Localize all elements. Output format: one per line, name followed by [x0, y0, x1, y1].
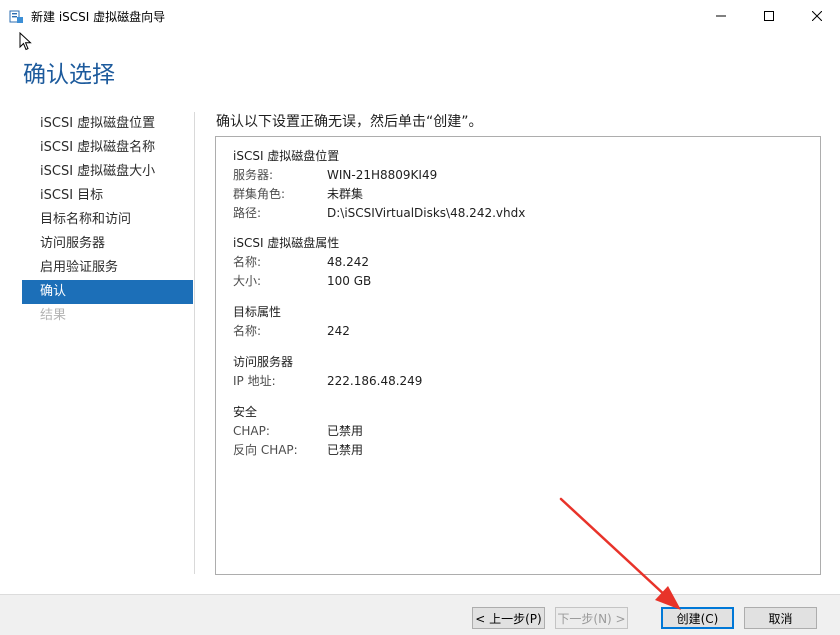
wizard-app-icon: [9, 10, 23, 23]
page-title: 确认选择: [23, 62, 115, 88]
next-button: 下一步(N) >: [555, 607, 628, 629]
security-section: 安全 CHAP: 已禁用 反向 CHAP: 已禁用: [233, 403, 363, 460]
confirmation-heading: 确认以下设置正确无误，然后单击“创建”。: [216, 114, 483, 130]
minimize-button[interactable]: [698, 0, 744, 32]
window-title: 新建 iSCSI 虚拟磁盘向导: [31, 10, 166, 24]
section-title: 目标属性: [233, 305, 282, 319]
disk-size-row: 大小: 100 GB: [233, 272, 371, 291]
disk-name-label: 名称:: [233, 255, 262, 269]
access-section: 访问服务器 IP 地址: 222.186.48.249: [233, 353, 422, 391]
disk-name-row: 名称: 48.242: [233, 253, 369, 272]
nav-item-results: 结果: [40, 308, 67, 323]
nav-item-enable-auth[interactable]: 启用验证服务: [22, 256, 193, 280]
section-title: 安全: [233, 405, 258, 419]
cluster-value: 未群集: [327, 187, 364, 201]
reverse-chap-label: 反向 CHAP:: [233, 443, 298, 457]
chap-label: CHAP:: [233, 424, 270, 438]
target-name-row: 名称: 242: [233, 322, 350, 341]
target-name-label: 名称:: [233, 324, 262, 338]
nav-item-target-name-access[interactable]: 目标名称和访问: [22, 208, 193, 232]
path-row: 路径: D:\iSCSIVirtualDisks\48.242.vhdx: [233, 204, 525, 223]
server-row: 服务器: WIN-21H8809KI49: [233, 166, 437, 185]
reverse-chap-value: 已禁用: [327, 443, 364, 457]
maximize-button[interactable]: [746, 0, 792, 32]
minimize-icon: [716, 15, 726, 17]
ip-row: IP 地址: 222.186.48.249: [233, 372, 422, 391]
section-title: iSCSI 虚拟磁盘属性: [233, 236, 340, 250]
nav-item-disk-location[interactable]: iSCSI 虚拟磁盘位置: [22, 112, 193, 136]
target-name-value: 242: [327, 324, 350, 338]
summary-panel[interactable]: iSCSI 虚拟磁盘位置 服务器: WIN-21H8809KI49 群集角色: …: [215, 136, 821, 575]
nav-item-disk-size[interactable]: iSCSI 虚拟磁盘大小: [22, 160, 193, 184]
nav-divider: [194, 112, 195, 574]
server-value: WIN-21H8809KI49: [327, 168, 438, 182]
target-section: 目标属性 名称: 242: [233, 303, 350, 341]
disk-size-value: 100 GB: [327, 274, 372, 288]
disk-name-value: 48.242: [327, 255, 369, 269]
disk-size-label: 大小:: [233, 274, 262, 288]
cancel-button[interactable]: 取消: [744, 607, 817, 629]
nav-item-iscsi-target[interactable]: iSCSI 目标: [22, 184, 193, 208]
server-label: 服务器:: [233, 168, 274, 182]
nav-item-access-servers[interactable]: 访问服务器: [22, 232, 193, 256]
ip-label: IP 地址:: [233, 374, 276, 388]
reverse-chap-row: 反向 CHAP: 已禁用: [233, 441, 363, 460]
nav-item-disk-name[interactable]: iSCSI 虚拟磁盘名称: [22, 136, 193, 160]
mouse-cursor-icon: [19, 32, 32, 51]
previous-button[interactable]: < 上一步(P): [472, 607, 545, 629]
path-value: D:\iSCSIVirtualDisks\48.242.vhdx: [327, 206, 526, 220]
location-section: iSCSI 虚拟磁盘位置 服务器: WIN-21H8809KI49 群集角色: …: [233, 147, 525, 223]
ip-value: 222.186.48.249: [327, 374, 423, 388]
title-bar: 新建 iSCSI 虚拟磁盘向导: [0, 0, 840, 32]
chap-row: CHAP: 已禁用: [233, 422, 363, 441]
properties-section: iSCSI 虚拟磁盘属性 名称: 48.242 大小: 100 GB: [233, 234, 371, 291]
maximize-icon: [764, 11, 774, 21]
cluster-row: 群集角色: 未群集: [233, 185, 363, 204]
section-title: iSCSI 虚拟磁盘位置: [233, 149, 340, 163]
wizard-step-nav: iSCSI 虚拟磁盘位置 iSCSI 虚拟磁盘名称 iSCSI 虚拟磁盘大小 i…: [22, 112, 193, 328]
close-icon: [812, 11, 822, 21]
chap-value: 已禁用: [327, 424, 364, 438]
button-bar: < 上一步(P) 下一步(N) > 创建(C) 取消: [0, 594, 840, 635]
path-label: 路径:: [233, 206, 262, 220]
section-title: 访问服务器: [233, 355, 294, 369]
nav-item-confirmation[interactable]: 确认: [22, 280, 193, 304]
close-button[interactable]: [794, 0, 840, 32]
create-button[interactable]: 创建(C): [661, 607, 734, 629]
cluster-label: 群集角色:: [233, 187, 286, 201]
